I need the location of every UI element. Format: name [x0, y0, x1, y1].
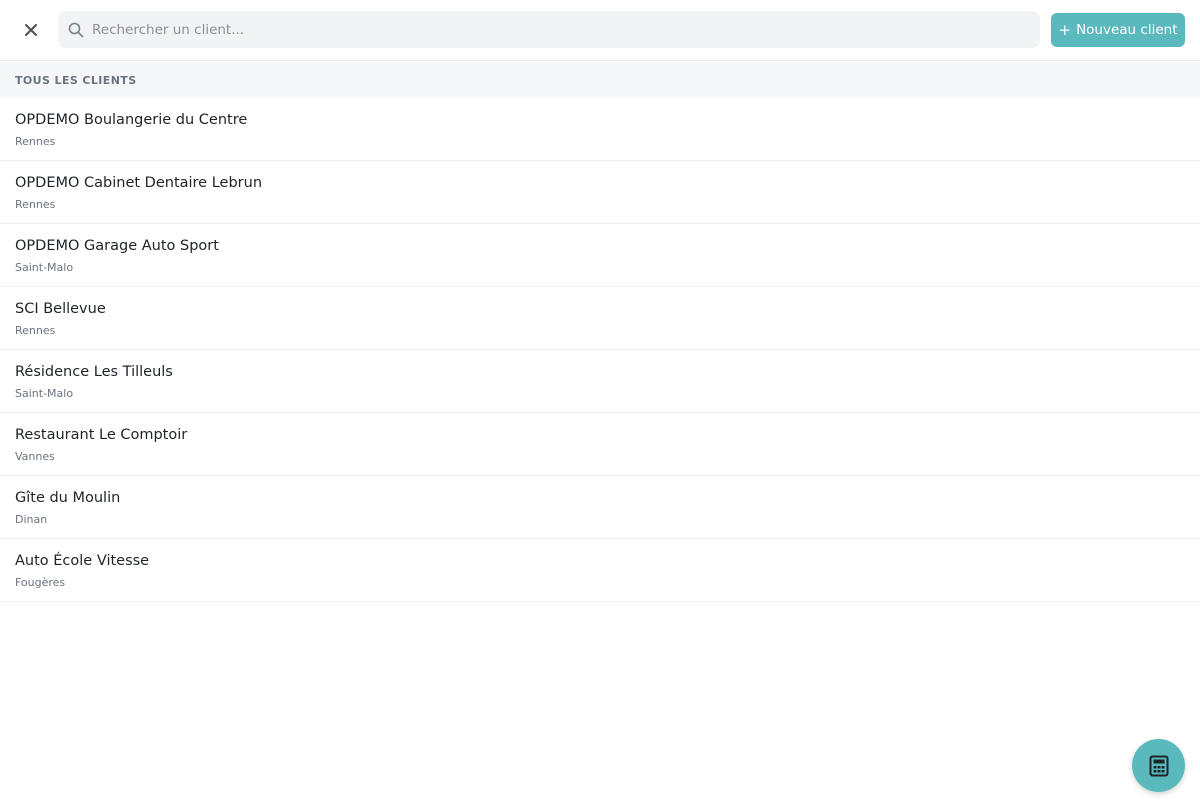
client-name: OPDEMO Boulangerie du Centre: [15, 112, 248, 128]
client-city: Vannes: [15, 450, 55, 463]
new-client-label: Nouveau client: [1076, 22, 1178, 38]
client-name: Restaurant Le Comptoir: [15, 427, 188, 443]
client-city: Rennes: [15, 324, 56, 337]
search-box: [58, 11, 1040, 48]
client-city: Saint-Malo: [15, 387, 74, 400]
calculator-icon: [1149, 755, 1168, 776]
client-name: SCI Bellevue: [15, 301, 106, 317]
section-header: TOUS LES CLIENTS: [0, 62, 1200, 98]
list-item[interactable]: OPDEMO Boulangerie du Centre Rennes: [0, 98, 1200, 161]
client-city: Fougères: [15, 576, 66, 589]
client-name: Résidence Les Tilleuls: [15, 364, 173, 380]
top-bar: + Nouveau client: [0, 0, 1200, 61]
new-client-button[interactable]: + Nouveau client: [1051, 13, 1185, 47]
client-name: Gîte du Moulin: [15, 490, 121, 506]
list-item[interactable]: OPDEMO Cabinet Dentaire Lebrun Rennes: [0, 161, 1200, 224]
client-name: OPDEMO Garage Auto Sport: [15, 238, 219, 254]
client-city: Rennes: [15, 135, 56, 148]
client-city: Rennes: [15, 198, 56, 211]
section-title: TOUS LES CLIENTS: [15, 74, 137, 87]
search-icon: [68, 22, 84, 38]
search-input[interactable]: [92, 11, 1032, 48]
list-item[interactable]: Restaurant Le Comptoir Vannes: [0, 413, 1200, 476]
client-list: OPDEMO Boulangerie du Centre Rennes OPDE…: [0, 98, 1200, 602]
list-item[interactable]: SCI Bellevue Rennes: [0, 287, 1200, 350]
close-button[interactable]: [16, 15, 46, 45]
close-icon: [25, 24, 37, 36]
calculator-fab-button[interactable]: [1132, 739, 1185, 792]
plus-icon: +: [1058, 20, 1072, 39]
client-name: OPDEMO Cabinet Dentaire Lebrun: [15, 175, 263, 191]
client-name: Auto École Vitesse: [15, 553, 150, 569]
list-item[interactable]: Gîte du Moulin Dinan: [0, 476, 1200, 539]
list-item[interactable]: Résidence Les Tilleuls Saint-Malo: [0, 350, 1200, 413]
client-city: Saint-Malo: [15, 261, 74, 274]
list-item[interactable]: Auto École Vitesse Fougères: [0, 539, 1200, 602]
client-city: Dinan: [15, 513, 48, 526]
list-item[interactable]: OPDEMO Garage Auto Sport Saint-Malo: [0, 224, 1200, 287]
